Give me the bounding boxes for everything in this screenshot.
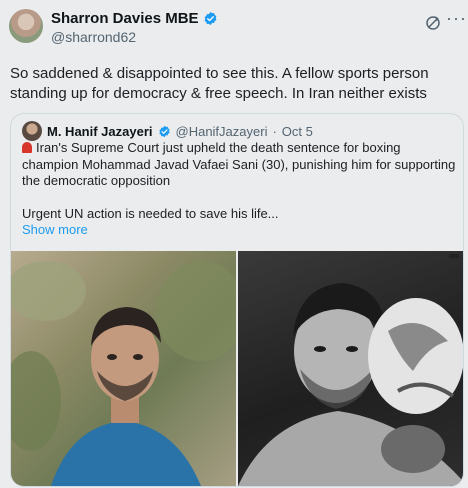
portrait-outdoor-illustration xyxy=(11,261,236,486)
quoted-text-block: Iran's Supreme Court just upheld the dea… xyxy=(22,140,460,190)
quoted-date[interactable]: Oct 5 xyxy=(282,124,313,139)
quoted-author-name[interactable]: M. Hanif Jazayeri xyxy=(47,124,153,139)
quoted-tweet[interactable]: M. Hanif Jazayeri @HanifJazayeri · Oct 5… xyxy=(10,113,464,487)
quoted-avatar[interactable] xyxy=(22,121,42,141)
verified-badge-icon xyxy=(158,125,170,137)
siren-icon xyxy=(22,142,32,153)
author-name-row: Sharron Davies MBE xyxy=(51,10,218,27)
more-icon[interactable]: ··· xyxy=(446,8,467,29)
boxing-portrait-illustration xyxy=(238,283,463,486)
verified-badge-icon xyxy=(204,11,216,26)
show-more-link[interactable]: Show more xyxy=(22,222,88,237)
tweet-text: So saddened & disappointed to see this. … xyxy=(10,65,429,102)
separator-dot: · xyxy=(272,123,277,139)
grok-icon[interactable] xyxy=(424,14,442,32)
quoted-handle[interactable]: @HanifJazayeri xyxy=(176,124,268,139)
quoted-media xyxy=(11,251,463,486)
photo-portrait-outdoor[interactable] xyxy=(11,251,236,486)
author-handle[interactable]: @sharrond62 xyxy=(51,29,136,45)
media-badge xyxy=(449,254,459,258)
quoted-header: M. Hanif Jazayeri @HanifJazayeri · Oct 5 xyxy=(22,121,313,141)
quoted-text-secondary: Urgent UN action is needed to save his l… xyxy=(22,206,279,221)
author-avatar[interactable] xyxy=(9,9,43,43)
photo-boxing-portrait[interactable] xyxy=(238,251,463,486)
author-name[interactable]: Sharron Davies MBE xyxy=(51,10,199,27)
quoted-text: Iran's Supreme Court just upheld the dea… xyxy=(22,140,456,188)
